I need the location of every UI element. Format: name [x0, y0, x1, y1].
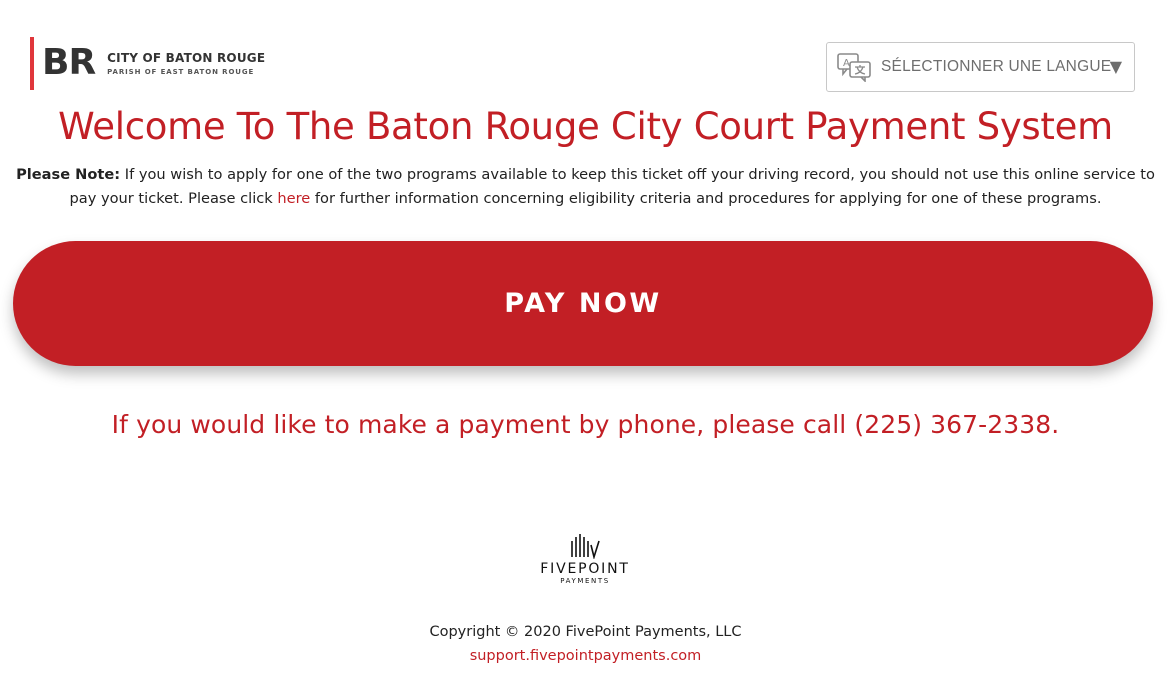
page-title: Welcome To The Baton Rouge City Court Pa…: [58, 105, 1113, 148]
page: BR CITY OF BATON ROUGE PARISH OF EAST BA…: [0, 0, 1171, 699]
notice-paragraph: Please Note: If you wish to apply for on…: [14, 163, 1157, 211]
translate-icon: A: [837, 52, 871, 82]
notice-label: Please Note:: [16, 166, 121, 183]
fivepoint-brand-name: FIVEPOINT: [540, 561, 630, 577]
chevron-down-icon: ▼: [1109, 57, 1122, 76]
copyright-text: Copyright © 2020 FivePoint Payments, LLC: [429, 624, 742, 640]
eligibility-info-link[interactable]: here: [277, 190, 310, 207]
notice-text-after-link: for further information concerning eligi…: [310, 190, 1102, 207]
support-link[interactable]: support.fivepointpayments.com: [470, 648, 702, 664]
logo-accent-bar: [30, 36, 34, 90]
svg-text:A: A: [843, 58, 850, 69]
logo-title: CITY OF BATON ROUGE: [107, 50, 266, 65]
fivepoint-logo: FIVEPOINT PAYMENTS: [520, 533, 650, 593]
logo-text: CITY OF BATON ROUGE PARISH OF EAST BATON…: [107, 51, 265, 76]
pay-now-label: PAY NOW: [504, 288, 662, 319]
logo-initials: BR: [42, 42, 96, 83]
fivepoint-brand-sub: PAYMENTS: [560, 577, 610, 585]
support-link-row: support.fivepointpayments.com: [0, 648, 1171, 664]
language-select[interactable]: A SÉLECTIONNER UNE LANGUE ▼: [826, 42, 1135, 92]
phone-payment-text: If you would like to make a payment by p…: [111, 410, 1060, 439]
fivepoint-mark-icon: [571, 534, 600, 559]
logo-subtitle: PARISH OF EAST BATON ROUGE: [107, 67, 255, 76]
pay-now-button[interactable]: PAY NOW: [13, 241, 1153, 366]
city-logo[interactable]: BR CITY OF BATON ROUGE PARISH OF EAST BA…: [30, 36, 265, 90]
language-select-label: SÉLECTIONNER UNE LANGUE: [881, 58, 1112, 75]
